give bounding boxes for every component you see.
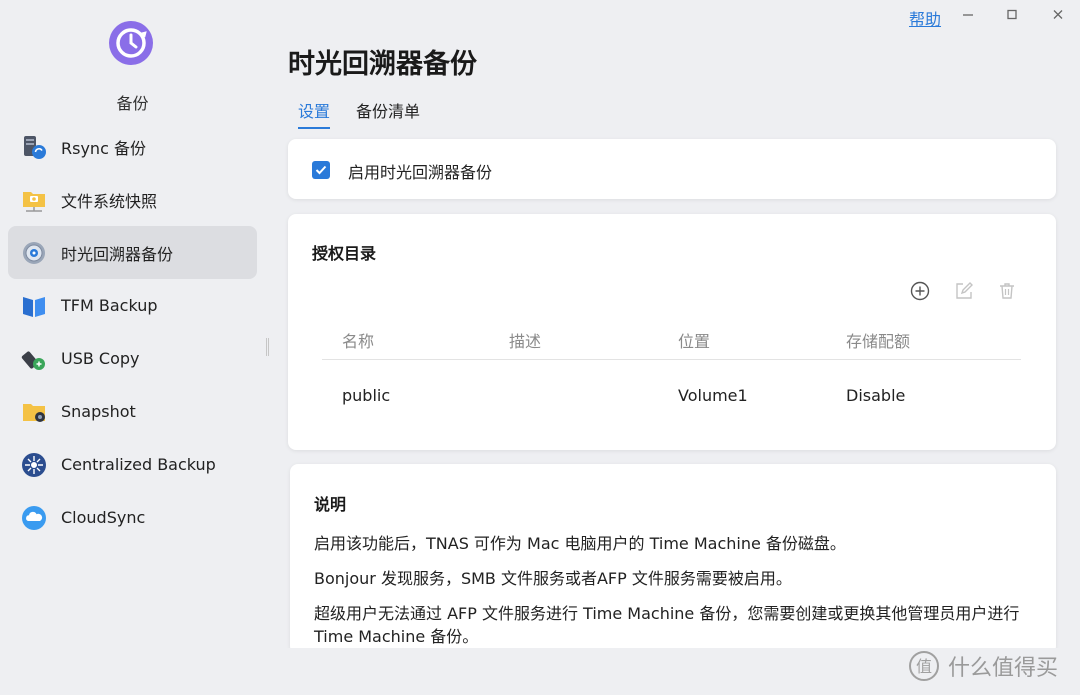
sidebar-item-fs-snapshot[interactable]: 文件系统快照: [8, 173, 257, 226]
column-header[interactable]: 存储配额: [846, 328, 910, 352]
server-sync-icon: [20, 133, 48, 161]
note-line: 超级用户无法通过 AFP 文件服务进行 Time Machine 备份，您需要创…: [314, 604, 1020, 646]
sidebar-item-snapshot[interactable]: Snapshot: [8, 385, 257, 438]
notes-card: 说明 启用该功能后，TNAS 可作为 Mac 电脑用户的 Time Machin…: [290, 464, 1056, 654]
cell-location: Volume1: [678, 386, 748, 405]
sidebar-item-label: 时光回溯器备份: [61, 244, 174, 264]
sidebar-item-label: Snapshot: [61, 402, 136, 421]
watermark: 值 什么值得买: [908, 650, 1058, 682]
tab-backup-list[interactable]: 备份清单: [356, 98, 420, 129]
column-header[interactable]: 名称: [342, 328, 374, 352]
checkmark-icon: [315, 165, 327, 175]
sidebar-item-rsync[interactable]: Rsync 备份: [8, 120, 257, 173]
close-icon[interactable]: [1048, 6, 1068, 24]
sidebar-item-label: USB Copy: [61, 349, 140, 368]
section-title: 授权目录: [312, 244, 377, 263]
gear-clock-icon: [20, 239, 48, 267]
sidebar: 备份 Rsync 备份 文件系统快照 时光回溯器备份 TFM Backup US…: [0, 0, 265, 695]
sidebar-item-label: Centralized Backup: [61, 455, 216, 474]
note-line: Bonjour 发现服务，SMB 文件服务或者AFP 文件服务需要被启用。: [314, 569, 792, 588]
time-machine-logo-icon: [108, 20, 154, 66]
column-header[interactable]: 描述: [509, 328, 541, 352]
page-title: 时光回溯器备份: [288, 49, 477, 80]
sidebar-item-label: TFM Backup: [61, 296, 158, 315]
table-header: 名称 描述 位置 存储配额: [322, 324, 1021, 360]
help-link[interactable]: 帮助: [909, 6, 941, 30]
cloud-icon: [20, 504, 48, 532]
svg-text:值: 值: [916, 657, 932, 676]
enable-label: 启用时光回溯器备份: [348, 163, 493, 182]
sidebar-item-usb-copy[interactable]: USB Copy: [8, 332, 257, 385]
usb-icon: [20, 345, 48, 373]
sidebar-item-label: CloudSync: [61, 508, 146, 527]
hub-icon: [20, 451, 48, 479]
resize-handle[interactable]: [266, 338, 269, 356]
minimize-icon[interactable]: [958, 6, 978, 24]
cell-name: public: [342, 386, 391, 405]
folder-snapshot-icon: [20, 186, 48, 214]
auth-directory-card: 授权目录 名称 描述 位置 存储配额 public Volume1 Disabl…: [288, 214, 1056, 450]
book-icon: [20, 292, 48, 320]
app-name: 备份: [116, 94, 149, 113]
sidebar-item-centralized-backup[interactable]: Centralized Backup: [8, 438, 257, 491]
delete-icon[interactable]: [996, 280, 1018, 302]
edit-icon[interactable]: [953, 280, 975, 302]
watermark-logo-icon: 值: [909, 651, 939, 681]
folder-camera-icon: [20, 398, 48, 426]
note-line: 启用该功能后，TNAS 可作为 Mac 电脑用户的 Time Machine 备…: [314, 534, 846, 553]
tab-bar: 设置 备份清单: [298, 98, 446, 129]
sidebar-item-time-machine[interactable]: 时光回溯器备份: [8, 226, 257, 279]
enable-checkbox[interactable]: [312, 161, 330, 179]
sidebar-item-label: 文件系统快照: [61, 191, 158, 211]
table-row[interactable]: public Volume1 Disable: [322, 374, 1021, 416]
enable-card: 启用时光回溯器备份: [288, 139, 1056, 199]
sidebar-nav: Rsync 备份 文件系统快照 时光回溯器备份 TFM Backup USB C…: [8, 120, 257, 544]
watermark-text: 什么值得买: [948, 656, 1059, 681]
section-title: 说明: [314, 495, 347, 514]
cell-quota: Disable: [846, 386, 906, 405]
add-icon[interactable]: [909, 280, 931, 302]
sidebar-item-tfm-backup[interactable]: TFM Backup: [8, 279, 257, 332]
sidebar-item-label: Rsync 备份: [61, 138, 146, 158]
maximize-icon[interactable]: [1002, 6, 1022, 24]
column-header[interactable]: 位置: [678, 328, 710, 352]
tab-settings[interactable]: 设置: [298, 98, 331, 129]
sidebar-item-cloudsync[interactable]: CloudSync: [8, 491, 257, 544]
